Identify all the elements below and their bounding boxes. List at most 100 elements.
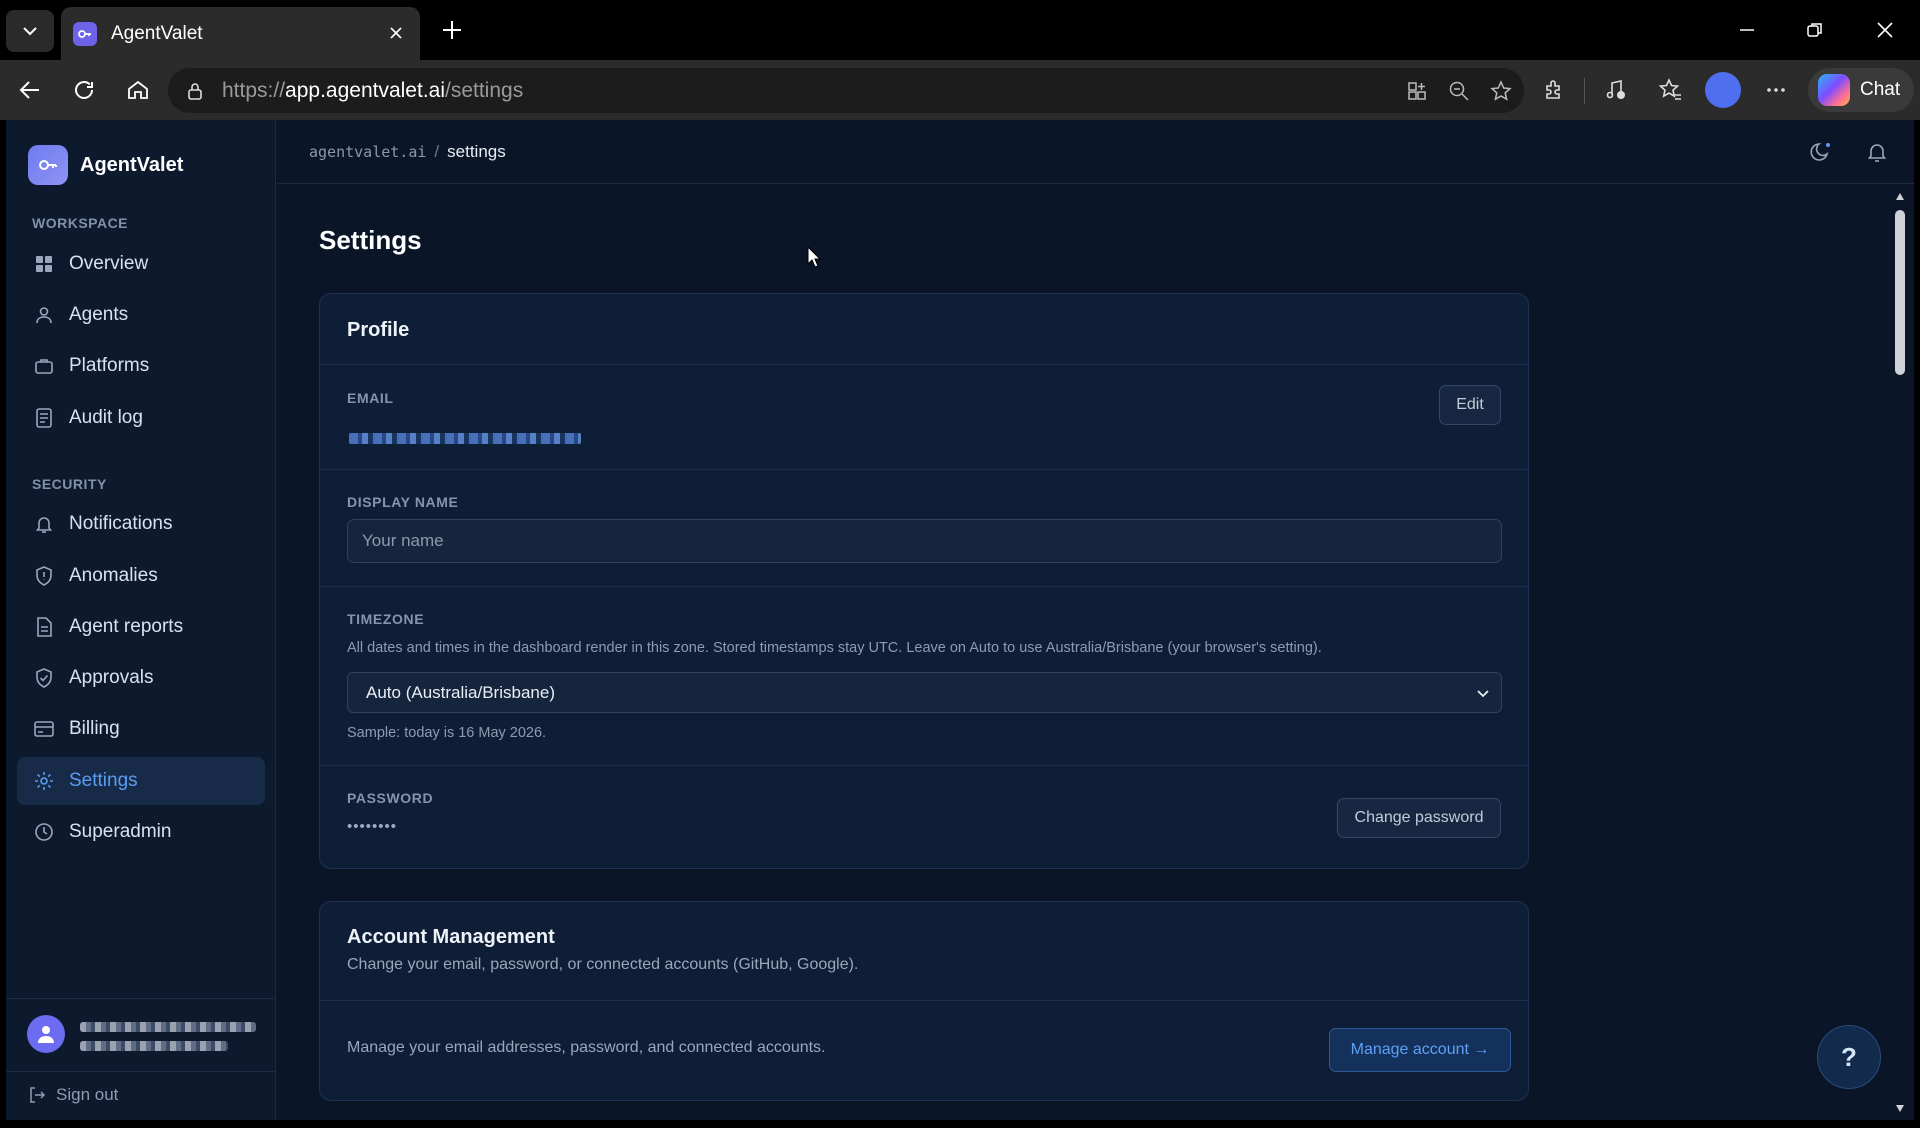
back-button[interactable]: [10, 70, 50, 110]
sidebar-item-label: Audit log: [69, 407, 143, 428]
bell-icon: [33, 513, 55, 535]
browser-tab[interactable]: AgentValet: [61, 7, 420, 60]
copilot-label: Chat: [1860, 79, 1901, 100]
sidebar-item-overview[interactable]: Overview: [17, 240, 265, 288]
brand[interactable]: AgentValet: [28, 145, 183, 185]
minimize-button[interactable]: [1724, 10, 1770, 50]
close-icon: [1877, 22, 1893, 38]
url-scheme: https://: [222, 78, 286, 102]
reload-icon: [75, 81, 93, 99]
sidebar-item-label: Superadmin: [69, 821, 172, 842]
account-management-card: Account Management Change your email, pa…: [319, 901, 1529, 1101]
page-title: Settings: [319, 225, 422, 255]
moon-icon: [1810, 143, 1830, 161]
sidebar-item-agent-reports[interactable]: Agent reports: [17, 603, 265, 651]
breadcrumb-current: settings: [447, 142, 506, 161]
change-password-button[interactable]: Change password: [1337, 798, 1501, 838]
sidebar: AgentValet WORKSPACE Overview Agents Pla…: [6, 120, 276, 1120]
scroll-up-arrow-icon[interactable]: [1896, 193, 1904, 200]
sidebar-item-approvals[interactable]: Approvals: [17, 654, 265, 702]
restore-icon: [1807, 23, 1822, 37]
app-available-icon[interactable]: [1402, 76, 1432, 106]
media-control-icon[interactable]: [1598, 72, 1634, 108]
grid-icon: [33, 253, 55, 275]
copilot-chat-button[interactable]: Chat: [1808, 68, 1914, 112]
sidebar-item-agents[interactable]: Agents: [17, 291, 265, 339]
timezone-select[interactable]: Auto (Australia/Brisbane): [347, 672, 1502, 713]
address-bar[interactable]: https://app.agentvalet.ai/settings: [168, 68, 1524, 113]
lock-icon[interactable]: [184, 80, 206, 102]
chevron-down-icon: [23, 27, 37, 36]
restore-button[interactable]: [1792, 10, 1838, 50]
tab-close-button[interactable]: [384, 21, 408, 45]
timezone-sample-text: Sample: today is 16 May 2026.: [347, 725, 547, 741]
timezone-selected-value: Auto (Australia/Brisbane): [366, 682, 555, 702]
file-icon: [33, 616, 55, 638]
breadcrumb-separator: /: [434, 142, 440, 161]
sign-out-label: Sign out: [56, 1085, 119, 1104]
url-host: app.agentvalet.ai: [285, 78, 445, 102]
display-name-input[interactable]: Your name: [347, 519, 1502, 563]
sidebar-item-label: Agent reports: [69, 616, 184, 637]
sidebar-item-superadmin[interactable]: Superadmin: [17, 808, 265, 856]
new-tab-button[interactable]: [434, 12, 470, 48]
browser-toolbar: https://app.agentvalet.ai/settings: [0, 60, 1920, 120]
sidebar-item-notifications[interactable]: Notifications: [17, 500, 265, 548]
notifications-button[interactable]: [1861, 136, 1893, 168]
card-divider: [320, 1000, 1528, 1001]
shield-icon: [33, 565, 55, 587]
edit-email-button[interactable]: Edit: [1439, 385, 1501, 425]
tab-list-button[interactable]: [6, 10, 54, 52]
sidebar-divider: [6, 1071, 276, 1072]
mouse-cursor-icon: [807, 246, 821, 268]
sidebar-item-settings[interactable]: Settings: [17, 757, 265, 805]
sidebar-item-label: Agents: [69, 304, 129, 325]
sidebar-item-label: Settings: [69, 770, 138, 791]
sidebar-item-anomalies[interactable]: Anomalies: [17, 552, 265, 600]
url-text[interactable]: https://app.agentvalet.ai/settings: [222, 79, 523, 103]
page-scrollbar[interactable]: [1892, 185, 1908, 1120]
user-icon: [38, 1026, 54, 1043]
user-name-redacted: [80, 1022, 256, 1032]
section-workspace: WORKSPACE: [32, 215, 129, 231]
clock-icon: [33, 821, 55, 843]
card-divider: [320, 469, 1528, 470]
browser-tab-bar: AgentValet: [0, 0, 1920, 60]
sidebar-item-audit-log[interactable]: Audit log: [17, 394, 265, 442]
manage-account-button[interactable]: Manage account →: [1329, 1028, 1511, 1072]
favorite-star-icon[interactable]: [1486, 76, 1516, 106]
card-divider: [320, 765, 1528, 766]
url-path: /settings: [445, 78, 524, 102]
favorites-icon[interactable]: [1652, 72, 1688, 108]
card-divider: [320, 586, 1528, 587]
user-avatar[interactable]: [27, 1015, 65, 1053]
plus-icon: [443, 21, 461, 39]
minimize-icon: [1740, 29, 1754, 31]
close-window-button[interactable]: [1862, 10, 1908, 50]
gear-icon: [33, 770, 55, 792]
help-button[interactable]: ?: [1817, 1025, 1881, 1089]
sign-out-button[interactable]: Sign out: [28, 1085, 118, 1105]
top-header: agentvalet.ai / settings: [277, 120, 1914, 184]
profile-card-title: Profile: [347, 319, 410, 341]
home-button[interactable]: [118, 70, 158, 110]
more-options-icon[interactable]: [1758, 72, 1794, 108]
account-card-title: Account Management: [347, 926, 555, 948]
scroll-down-arrow-icon[interactable]: [1896, 1105, 1904, 1112]
breadcrumb-root[interactable]: agentvalet.ai: [309, 143, 426, 161]
profile-avatar[interactable]: [1705, 72, 1741, 108]
display-name-label: DISPLAY NAME: [347, 494, 459, 510]
section-security: SECURITY: [32, 476, 107, 492]
breadcrumb: agentvalet.ai / settings: [309, 142, 506, 162]
account-row-text: Manage your email addresses, password, a…: [347, 1039, 826, 1056]
theme-toggle-button[interactable]: [1805, 136, 1837, 168]
sidebar-item-label: Approvals: [69, 667, 154, 688]
reload-button[interactable]: [64, 70, 104, 110]
scrollbar-thumb[interactable]: [1895, 210, 1905, 375]
sidebar-item-billing[interactable]: Billing: [17, 705, 265, 753]
sidebar-item-label: Anomalies: [69, 565, 158, 586]
sidebar-item-platforms[interactable]: Platforms: [17, 342, 265, 390]
zoom-out-icon[interactable]: [1444, 76, 1474, 106]
person-icon: [33, 304, 55, 326]
extensions-icon[interactable]: [1536, 72, 1572, 108]
